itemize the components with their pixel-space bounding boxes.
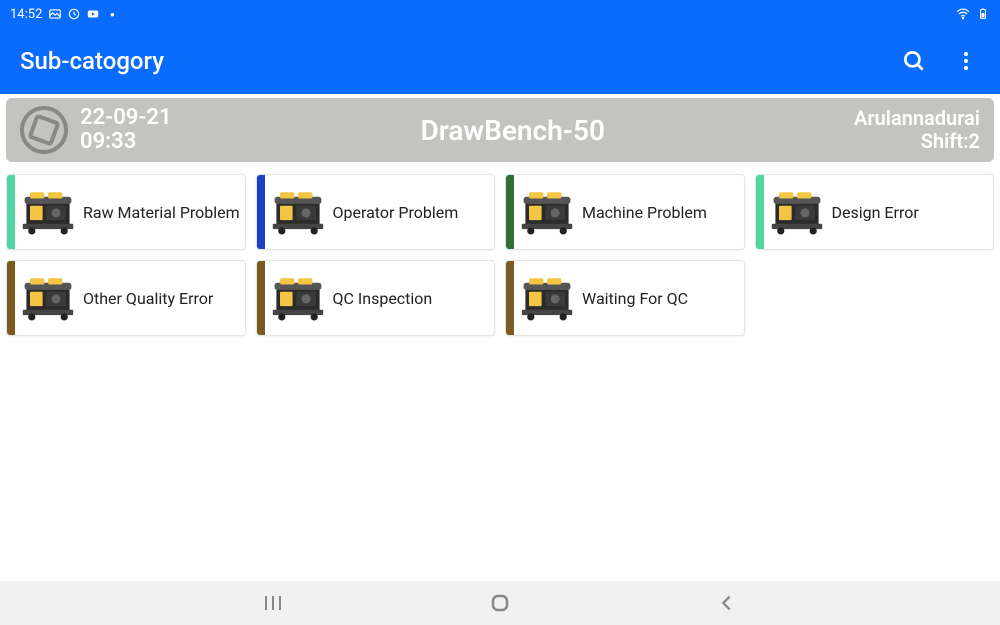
card-stripe — [506, 175, 514, 249]
card-label: Operator Problem — [333, 203, 459, 222]
back-icon — [716, 592, 738, 614]
page-title: Sub-catogory — [20, 47, 164, 75]
app-bar: Sub-catogory — [0, 28, 1000, 94]
recent-apps-button[interactable] — [258, 588, 288, 618]
card-icon — [271, 189, 325, 235]
category-card[interactable]: Operator Problem — [256, 174, 496, 250]
generator-icon — [271, 275, 325, 321]
card-icon — [520, 275, 574, 321]
category-card[interactable]: Machine Problem — [505, 174, 745, 250]
card-icon — [21, 275, 75, 321]
more-menu-button[interactable] — [952, 47, 980, 75]
card-stripe — [7, 261, 15, 335]
info-time: 09:33 — [80, 130, 172, 154]
machine-name: DrawBench-50 — [172, 114, 855, 147]
info-datetime: 22-09-21 09:33 — [80, 106, 172, 154]
card-stripe — [506, 261, 514, 335]
status-time: 14:52 — [10, 7, 42, 22]
system-nav-bar — [0, 581, 1000, 625]
generator-icon — [520, 275, 574, 321]
wifi-icon — [956, 7, 970, 21]
status-notification-icons: ● — [48, 7, 119, 21]
category-card[interactable]: Design Error — [755, 174, 995, 250]
search-button[interactable] — [900, 47, 928, 75]
generator-icon — [21, 275, 75, 321]
battery-icon — [976, 7, 990, 21]
card-label: Machine Problem — [582, 203, 707, 222]
image-icon — [48, 7, 62, 21]
card-stripe — [257, 175, 265, 249]
card-icon — [21, 189, 75, 235]
card-label: Other Quality Error — [83, 289, 213, 308]
category-card[interactable]: QC Inspection — [256, 260, 496, 336]
back-button[interactable] — [712, 588, 742, 618]
generator-icon — [21, 189, 75, 235]
info-user-block: Arulannadurai Shift:2 — [854, 107, 980, 153]
generator-icon — [770, 189, 824, 235]
search-icon — [901, 48, 927, 74]
card-label: Design Error — [832, 203, 919, 222]
category-card[interactable]: Waiting For QC — [505, 260, 745, 336]
status-left: 14:52 ● — [10, 7, 119, 22]
generator-icon — [520, 189, 574, 235]
card-label: Raw Material Problem — [83, 203, 240, 222]
home-icon — [488, 591, 512, 615]
home-button[interactable] — [485, 588, 515, 618]
youtube-icon — [86, 7, 100, 21]
appbar-actions — [900, 47, 980, 75]
status-right — [956, 7, 990, 21]
category-card[interactable]: Other Quality Error — [6, 260, 246, 336]
card-label: QC Inspection — [333, 289, 433, 308]
sync-icon — [67, 7, 81, 21]
card-icon — [271, 275, 325, 321]
card-label: Waiting For QC — [582, 289, 688, 308]
generator-icon — [271, 189, 325, 235]
card-stripe — [756, 175, 764, 249]
card-icon — [520, 189, 574, 235]
card-stripe — [7, 175, 15, 249]
card-icon — [770, 189, 824, 235]
status-bar: 14:52 ● — [0, 0, 1000, 28]
user-name: Arulannadurai — [854, 107, 980, 130]
more-vert-icon — [954, 49, 978, 73]
dot-icon: ● — [105, 7, 119, 21]
recent-apps-icon — [261, 591, 285, 615]
company-logo — [20, 106, 68, 154]
info-bar: 22-09-21 09:33 DrawBench-50 Arulannadura… — [6, 98, 994, 162]
card-stripe — [257, 261, 265, 335]
info-date: 22-09-21 — [80, 106, 172, 130]
category-grid: Raw Material Problem Operator Problem Ma… — [0, 166, 1000, 344]
shift-label: Shift:2 — [854, 130, 980, 153]
category-card[interactable]: Raw Material Problem — [6, 174, 246, 250]
